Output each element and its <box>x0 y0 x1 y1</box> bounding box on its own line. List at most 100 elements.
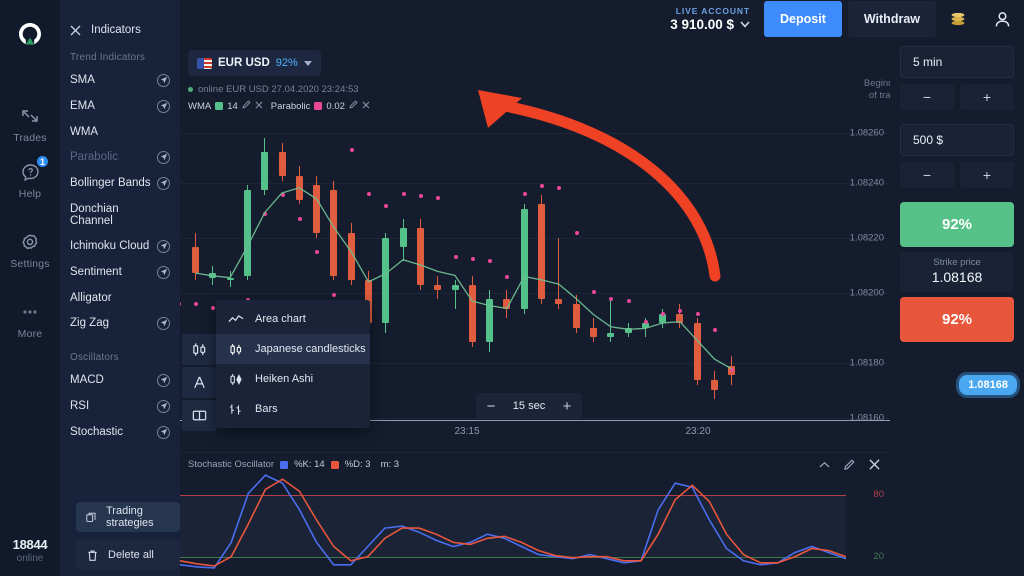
candle <box>572 38 580 438</box>
indicator-item-ichimoku-cloud[interactable]: Ichimoku Cloud <box>60 233 180 259</box>
delete-all-button[interactable]: Delete all <box>76 540 180 570</box>
legend-parabolic-close-icon[interactable] <box>362 101 370 112</box>
chart-type-option-area[interactable]: Area chart <box>216 304 370 334</box>
alligator-icon-button[interactable] <box>182 367 216 398</box>
eu-us-flag-icon <box>197 57 212 69</box>
close-icon[interactable] <box>70 25 81 36</box>
candle <box>641 38 649 438</box>
trading-strategies-button[interactable]: Trading strategies <box>76 502 180 532</box>
indicator-label: WMA <box>70 125 99 138</box>
indicator-label: MACD <box>70 374 104 386</box>
candle <box>382 38 390 438</box>
balance-value: 3 910.00 $ <box>670 17 735 32</box>
rail-item-label: Help <box>18 188 42 200</box>
coins-stack-icon[interactable] <box>936 1 980 37</box>
indicator-item-donchian-channel[interactable]: Donchian Channel <box>60 196 180 233</box>
help-badge: 1 <box>35 154 50 169</box>
candlestick-icon <box>230 343 242 355</box>
user-profile-icon[interactable] <box>980 1 1024 37</box>
stochastic-curves <box>180 474 846 569</box>
rail-item-trades[interactable]: Trades <box>0 94 60 150</box>
indicator-item-sma[interactable]: SMA <box>60 67 180 93</box>
amount-plus-button[interactable]: + <box>960 162 1014 188</box>
target-arrow-icon[interactable] <box>157 316 170 330</box>
rail-item-help[interactable]: 1 Help <box>0 150 60 206</box>
account-balance-row: 3 910.00 $ <box>670 17 750 32</box>
timeframe-value: 15 sec <box>512 400 546 412</box>
indicators-title: Indicators <box>91 24 141 36</box>
withdraw-button[interactable]: Withdraw <box>847 1 936 37</box>
chart-type-option-heiken-ashi[interactable]: Heiken Ashi <box>216 364 370 394</box>
rail-item-more[interactable]: More <box>0 290 60 346</box>
deposit-button[interactable]: Deposit <box>764 1 842 37</box>
candle <box>468 38 476 438</box>
indicator-item-parabolic[interactable]: Parabolic <box>60 144 180 170</box>
candle <box>520 38 528 438</box>
target-arrow-icon[interactable] <box>157 399 170 413</box>
target-arrow-icon[interactable] <box>157 425 170 439</box>
indicator-item-alligator[interactable]: Alligator <box>60 285 180 310</box>
left-icon-rail: Trades 1 Help Settings More 18844 online <box>0 0 60 576</box>
indicator-item-zig-zag[interactable]: Zig Zag <box>60 310 180 336</box>
candlestick-icon-button[interactable] <box>182 334 216 365</box>
legend-wma-edit-icon[interactable] <box>242 100 251 112</box>
rail-item-settings[interactable]: Settings <box>0 220 60 276</box>
indicator-item-ema[interactable]: EMA <box>60 93 180 119</box>
candle <box>711 38 718 438</box>
indicator-label: Stochastic <box>70 426 124 438</box>
target-arrow-icon[interactable] <box>157 239 170 253</box>
close-icon[interactable] <box>869 459 880 470</box>
timeframe-minus-button[interactable]: − <box>476 393 506 419</box>
trading-platform-app: Trades 1 Help Settings More 18844 online… <box>0 0 1024 576</box>
account-balance-selector[interactable]: LIVE ACCOUNT 3 910.00 $ <box>670 6 750 32</box>
chart-type-option-bars[interactable]: Bars <box>216 394 370 424</box>
sar-dot <box>180 302 181 306</box>
candle <box>451 38 459 438</box>
indicator-item-wma[interactable]: WMA <box>60 119 180 144</box>
target-arrow-icon[interactable] <box>157 150 170 164</box>
legend-parabolic-edit-icon[interactable] <box>349 100 358 112</box>
indicator-item-macd[interactable]: MACD <box>60 367 180 393</box>
chart-type-option-candlesticks[interactable]: Japanese candlesticks <box>216 334 370 364</box>
current-price-badge: 1.08168 <box>956 372 1020 398</box>
brand-logo-icon[interactable] <box>13 18 47 52</box>
duration-minus-button[interactable]: − <box>900 84 954 110</box>
gridline <box>180 133 890 134</box>
indicator-label: Bollinger Bands <box>70 177 151 189</box>
indicator-item-rsi[interactable]: RSI <box>60 393 180 419</box>
candle <box>624 38 632 438</box>
amount-input[interactable]: 500 $ <box>900 124 1014 156</box>
copy-icon <box>86 512 96 522</box>
indicator-label: Donchian Channel <box>70 202 119 227</box>
candle <box>659 38 667 438</box>
indicator-label: SMA <box>70 74 95 86</box>
candle <box>538 38 545 438</box>
sar-dot <box>591 289 596 294</box>
legend-parabolic-name: Parabolic <box>270 100 311 112</box>
target-arrow-icon[interactable] <box>157 265 170 279</box>
indicator-item-stochastic[interactable]: Stochastic <box>60 419 180 445</box>
indicator-item-sentiment[interactable]: Sentiment <box>60 259 180 285</box>
rail-item-list: Trades 1 Help Settings More <box>0 80 60 346</box>
buy-up-button[interactable]: 92% <box>900 202 1014 247</box>
duration-plus-button[interactable]: + <box>960 84 1014 110</box>
legend-wma-close-icon[interactable] <box>255 101 263 112</box>
heiken-ashi-icon <box>230 373 242 385</box>
stochastic-level-80-label: 80 <box>873 489 884 500</box>
duration-input[interactable]: 5 min <box>900 46 1014 78</box>
target-arrow-icon[interactable] <box>157 73 170 87</box>
price-tick-label: 1.08180 <box>849 357 884 369</box>
chart-type-label: Area chart <box>255 313 306 325</box>
bars-panel-icon-button[interactable] <box>182 400 216 431</box>
indicator-item-bollinger-bands[interactable]: Bollinger Bands <box>60 170 180 196</box>
timeframe-plus-button[interactable]: + <box>552 393 582 419</box>
asset-selector[interactable]: EUR USD 92% <box>188 50 321 76</box>
target-arrow-icon[interactable] <box>157 373 170 387</box>
amount-minus-button[interactable]: − <box>900 162 954 188</box>
sar-dot <box>401 191 406 196</box>
target-arrow-icon[interactable] <box>157 99 170 113</box>
sell-down-button[interactable]: 92% <box>900 297 1014 342</box>
stochastic-k-curve <box>180 474 846 569</box>
target-arrow-icon[interactable] <box>157 176 170 190</box>
indicators-close-row[interactable]: Indicators <box>60 18 180 36</box>
